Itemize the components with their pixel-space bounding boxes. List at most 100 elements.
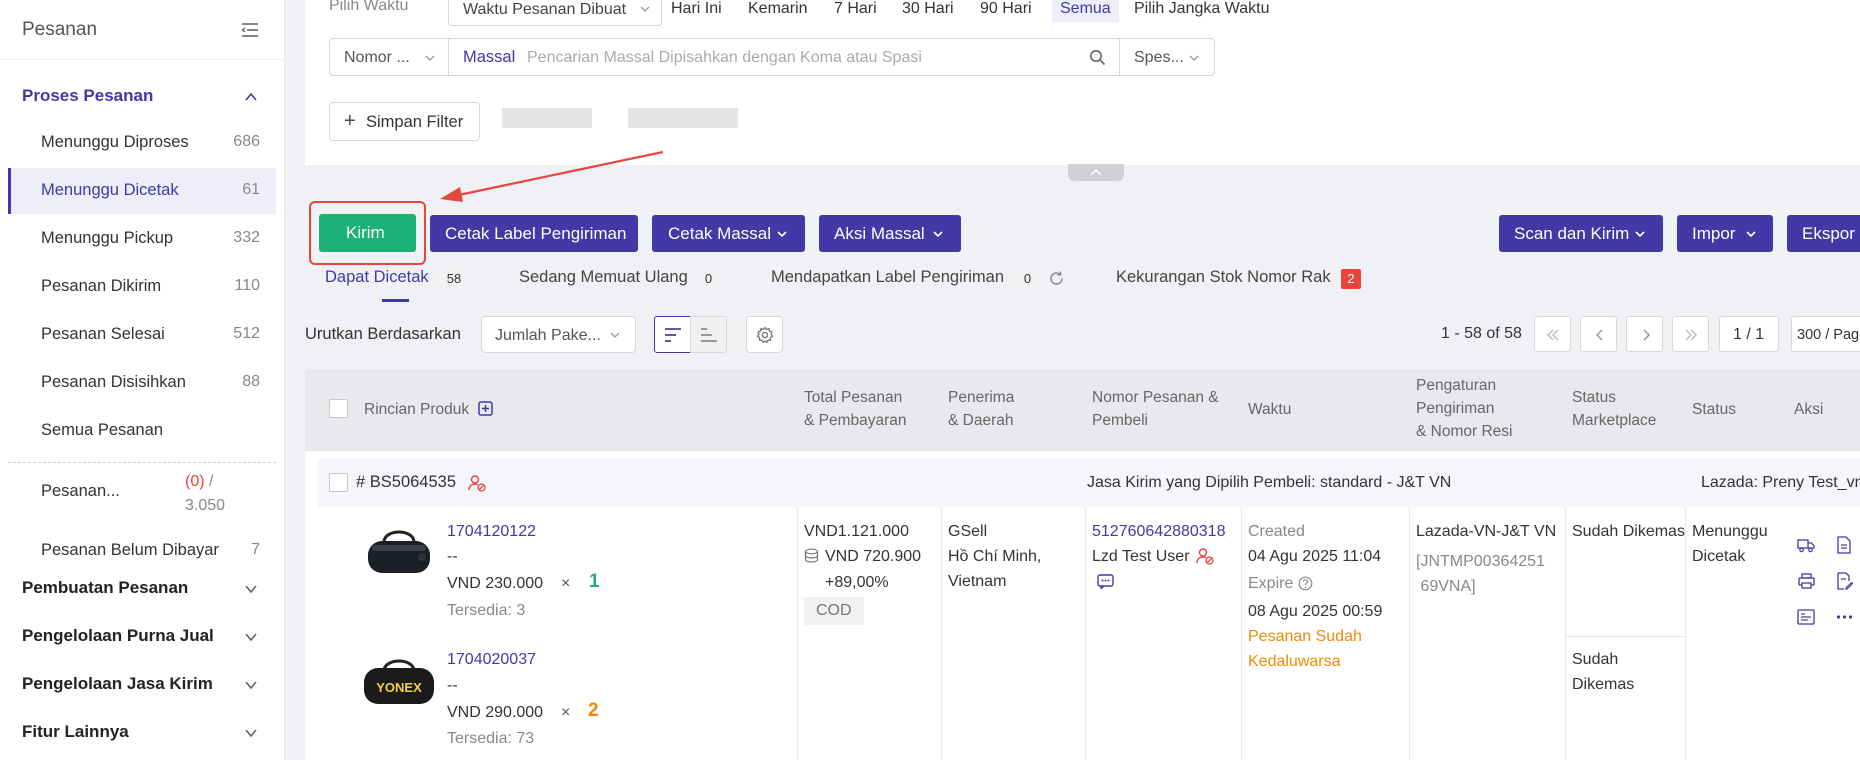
product-image[interactable] <box>364 519 434 589</box>
tab-kekurangan-stok[interactable]: Kekurangan Stok Nomor Rak <box>1116 268 1331 287</box>
sort-asc-icon <box>701 328 717 342</box>
chevron-up-icon <box>1090 168 1102 176</box>
first-page-button[interactable] <box>1534 316 1571 352</box>
chevron-right-icon <box>1643 329 1651 341</box>
chat-icon[interactable] <box>1097 574 1114 589</box>
header-penerima: Penerima & Daerah <box>948 389 1015 429</box>
product-quantity: 2 <box>588 700 599 721</box>
sidebar-item-semua-pesanan[interactable]: Semua Pesanan <box>8 408 276 454</box>
sidebar-item-pesanan-dikirim[interactable]: Pesanan Dikirim 110 <box>8 264 276 310</box>
scan-and-ship-button[interactable]: Scan dan Kirim <box>1499 215 1663 252</box>
product-sku-link[interactable]: 1704020037 <box>447 647 536 672</box>
order-checkbox[interactable] <box>329 473 348 492</box>
expand-plus-icon[interactable] <box>478 401 493 416</box>
tab-mendapatkan-label[interactable]: Mendapatkan Label Pengiriman <box>771 268 1004 287</box>
sidebar-item-pesanan-belum-dibayar[interactable]: Pesanan Belum Dibayar 7 <box>8 528 276 574</box>
order-number-link[interactable]: 512760642880318 <box>1092 519 1225 544</box>
product-sku-link[interactable]: 1704120122 <box>447 519 536 544</box>
chevron-down-icon[interactable] <box>244 726 258 740</box>
saved-filter-chip[interactable] <box>502 108 592 128</box>
printer-icon[interactable] <box>1798 573 1815 589</box>
section-jasa-kirim[interactable]: Pengelolaan Jasa Kirim <box>22 674 213 694</box>
product-image[interactable]: YONEX <box>362 654 436 710</box>
help-icon[interactable] <box>1298 576 1313 591</box>
refresh-icon[interactable] <box>1048 270 1065 287</box>
time-option-90-hari[interactable]: 90 Hari <box>980 0 1032 18</box>
time-option-7-hari[interactable]: 7 Hari <box>834 0 877 18</box>
user-alert-icon <box>468 475 486 492</box>
search-input[interactable]: Massal Pencarian Massal Dipisahkan denga… <box>448 38 1120 76</box>
time-label: Pilih Waktu <box>329 0 409 14</box>
time-option-30-hari[interactable]: 30 Hari <box>902 0 954 18</box>
double-chevron-left-icon <box>1547 329 1559 341</box>
sidebar-item-pesanan-lain[interactable]: Pesanan... (0) /3.050 <box>8 470 276 530</box>
edit-document-icon[interactable] <box>1836 572 1853 590</box>
annotation-arrow-icon <box>440 150 664 202</box>
more-icon[interactable] <box>1836 614 1853 620</box>
page-size-select[interactable]: 300 / Page <box>1791 316 1860 352</box>
section-pembuatan-pesanan[interactable]: Pembuatan Pesanan <box>22 578 188 598</box>
settings-button[interactable] <box>746 316 783 353</box>
menu-collapse-icon[interactable] <box>240 20 260 40</box>
chevron-up-icon[interactable] <box>244 90 258 104</box>
page-number-input[interactable]: 1 / 1 <box>1719 316 1779 352</box>
search-mode-label[interactable]: Massal <box>463 48 515 67</box>
invoice-icon[interactable] <box>1797 609 1815 625</box>
spec-select[interactable]: Spes... <box>1119 38 1215 76</box>
prev-page-button[interactable] <box>1580 316 1617 352</box>
header-nomor-pesanan: Nomor Pesanan & Pembeli <box>1092 389 1219 429</box>
sort-select[interactable]: Jumlah Pake... <box>481 316 636 353</box>
sort-ascending-button[interactable] <box>690 316 727 353</box>
save-filter-button[interactable]: + Simpan Filter <box>329 102 480 141</box>
column-divider <box>1565 507 1566 760</box>
sidebar-item-pesanan-selesai[interactable]: Pesanan Selesai 512 <box>8 312 276 358</box>
print-shipping-label-button[interactable]: Cetak Label Pengiriman <box>430 215 638 252</box>
section-fitur-lainnya[interactable]: Fitur Lainnya <box>22 722 129 742</box>
bulk-action-button[interactable]: Aksi Massal <box>819 215 961 252</box>
sidebar-item-menunggu-diproses[interactable]: Menunggu Diproses 686 <box>8 120 276 166</box>
time-option-pilih-jangka-waktu[interactable]: Pilih Jangka Waktu <box>1134 0 1269 18</box>
marketplace-status: Sudah Dikemas <box>1572 523 1685 540</box>
search-icon[interactable] <box>1089 49 1106 66</box>
chevron-down-icon[interactable] <box>244 630 258 644</box>
product-stock: Tersedia: 3 <box>447 602 526 619</box>
tracking-number: [JNTMP00364251 69VNA] <box>1416 553 1545 595</box>
sidebar-item-pesanan-disisihkan[interactable]: Pesanan Disisihkan 88 <box>8 360 276 406</box>
sidebar-item-menunggu-dicetak[interactable]: Menunggu Dicetak 61 <box>8 168 276 214</box>
time-option-kemarin[interactable]: Kemarin <box>748 0 808 18</box>
tab-dapat-dicetak[interactable]: Dapat Dicetak <box>325 268 429 287</box>
search-type-select[interactable]: Nomor ... <box>329 38 449 76</box>
pagination-range: 1 - 58 of 58 <box>1441 325 1522 342</box>
chevron-down-icon[interactable] <box>244 678 258 692</box>
time-type-select[interactable]: Waktu Pesanan Dibuat <box>448 0 662 26</box>
order-total: VND1.121.000 <box>804 523 909 540</box>
section-purna-jual[interactable]: Pengelolaan Purna Jual <box>22 626 214 646</box>
tab-active-indicator <box>382 299 409 302</box>
product-quantity: 1 <box>589 571 600 592</box>
column-divider <box>1409 507 1410 760</box>
time-option-hari-ini[interactable]: Hari Ini <box>671 0 722 18</box>
kirim-button[interactable]: Kirim <box>319 214 416 252</box>
header-aksi: Aksi <box>1794 401 1824 418</box>
sort-descending-button[interactable] <box>654 316 691 353</box>
product-times: × <box>561 575 571 592</box>
import-button[interactable]: Impor <box>1677 215 1773 252</box>
document-icon[interactable] <box>1836 536 1852 554</box>
select-all-checkbox[interactable] <box>329 399 348 418</box>
time-option-semua[interactable]: Semua <box>1052 0 1119 22</box>
last-page-button[interactable] <box>1672 316 1709 352</box>
saved-filter-chip[interactable] <box>628 108 738 128</box>
tab-sedang-memuat-ulang[interactable]: Sedang Memuat Ulang <box>519 268 688 287</box>
chevron-down-icon[interactable] <box>244 582 258 596</box>
next-page-button[interactable] <box>1626 316 1663 352</box>
sidebar-item-count: 332 <box>233 229 260 246</box>
plus-icon: + <box>344 110 356 132</box>
section-proses-pesanan[interactable]: Proses Pesanan <box>22 86 153 106</box>
sidebar-item-count: 686 <box>233 133 260 150</box>
export-button[interactable]: Ekspor <box>1787 215 1860 252</box>
bulk-print-button[interactable]: Cetak Massal <box>652 215 805 252</box>
truck-icon[interactable] <box>1797 537 1815 553</box>
tab-count-badge: 0 <box>1018 269 1037 289</box>
sidebar-item-menunggu-pickup[interactable]: Menunggu Pickup 332 <box>8 216 276 262</box>
filter-collapse-toggle[interactable] <box>1068 164 1124 181</box>
